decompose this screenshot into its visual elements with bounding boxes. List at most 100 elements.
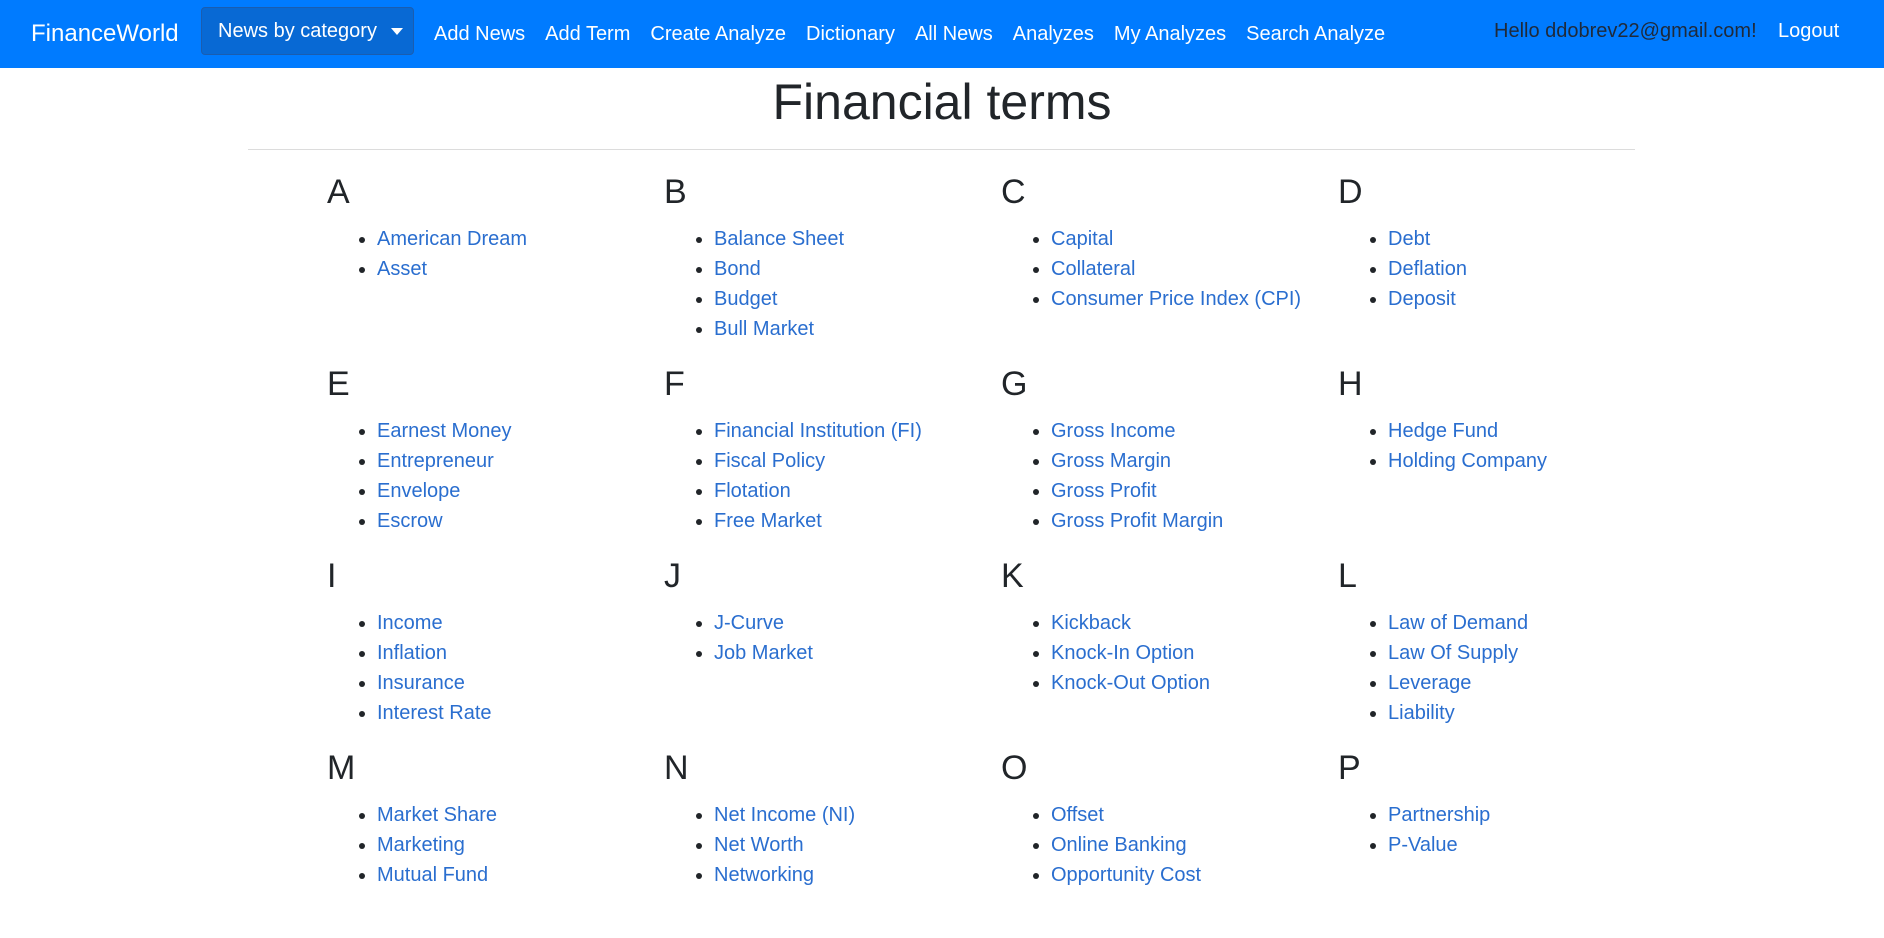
- list-item: Debt: [1388, 224, 1675, 254]
- term-link[interactable]: P-Value: [1388, 834, 1458, 856]
- caret-down-icon: [390, 27, 403, 35]
- term-link[interactable]: Market Share: [377, 804, 497, 826]
- term-link[interactable]: Gross Profit Margin: [1051, 510, 1223, 532]
- term-link[interactable]: Balance Sheet: [714, 228, 844, 250]
- term-list: Net Income (NI) Net Worth Networking: [664, 800, 1001, 890]
- nav-add-news[interactable]: Add News: [424, 23, 535, 46]
- list-item: Envelope: [377, 476, 664, 506]
- term-link[interactable]: Debt: [1388, 228, 1430, 250]
- term-link[interactable]: Collateral: [1051, 258, 1135, 280]
- list-item: Job Market: [714, 638, 1001, 668]
- term-link[interactable]: Opportunity Cost: [1051, 864, 1201, 886]
- term-link[interactable]: Gross Margin: [1051, 450, 1171, 472]
- list-item: Liability: [1388, 698, 1675, 728]
- term-link[interactable]: Entrepreneur: [377, 450, 494, 472]
- term-link[interactable]: Earnest Money: [377, 420, 512, 442]
- term-link[interactable]: Budget: [714, 288, 777, 310]
- term-link[interactable]: Bond: [714, 258, 761, 280]
- term-link[interactable]: Net Worth: [714, 834, 804, 856]
- nav-my-analyzes[interactable]: My Analyzes: [1104, 23, 1236, 46]
- list-item: Networking: [714, 860, 1001, 890]
- list-item: Deflation: [1388, 254, 1675, 284]
- term-link[interactable]: Law of Demand: [1388, 612, 1528, 634]
- term-link[interactable]: Holding Company: [1388, 450, 1547, 472]
- nav-links: Add News Add Term Create Analyze Diction…: [424, 0, 1395, 68]
- term-link[interactable]: Interest Rate: [377, 702, 492, 724]
- term-list: Kickback Knock-In Option Knock-Out Option: [1001, 608, 1338, 698]
- term-link[interactable]: Deflation: [1388, 258, 1467, 280]
- term-link[interactable]: Online Banking: [1051, 834, 1187, 856]
- term-link[interactable]: Bull Market: [714, 318, 814, 340]
- terms-grid: A American Dream Asset B Balance Sheet Bond Bu…: [327, 170, 1675, 938]
- term-link[interactable]: Offset: [1051, 804, 1104, 826]
- term-link[interactable]: Asset: [377, 258, 427, 280]
- news-by-category-dropdown[interactable]: News by category: [201, 7, 414, 55]
- term-link[interactable]: Gross Income: [1051, 420, 1175, 442]
- term-link[interactable]: Net Income (NI): [714, 804, 855, 826]
- term-list: Income Inflation Insurance Interest Rate: [327, 608, 664, 728]
- term-list: Balance Sheet Bond Budget Bull Market: [664, 224, 1001, 344]
- list-item: Collateral: [1051, 254, 1338, 284]
- term-link[interactable]: Mutual Fund: [377, 864, 488, 886]
- term-link[interactable]: J-Curve: [714, 612, 784, 634]
- list-item: Insurance: [377, 668, 664, 698]
- term-link[interactable]: Deposit: [1388, 288, 1456, 310]
- term-link[interactable]: Inflation: [377, 642, 447, 664]
- term-link[interactable]: Job Market: [714, 642, 813, 664]
- letter-heading: C: [1001, 173, 1026, 211]
- term-link[interactable]: Kickback: [1051, 612, 1131, 634]
- nav-add-term[interactable]: Add Term: [535, 23, 640, 46]
- nav-dictionary[interactable]: Dictionary: [796, 23, 905, 46]
- term-link[interactable]: Fiscal Policy: [714, 450, 825, 472]
- letter-heading: O: [1001, 749, 1028, 787]
- nav-analyzes[interactable]: Analyzes: [1003, 23, 1104, 46]
- brand-link[interactable]: FinanceWorld: [31, 17, 179, 51]
- list-item: Budget: [714, 284, 1001, 314]
- list-item: Opportunity Cost: [1051, 860, 1338, 890]
- term-link[interactable]: American Dream: [377, 228, 527, 250]
- term-link[interactable]: Flotation: [714, 480, 791, 502]
- nav-search-analyze[interactable]: Search Analyze: [1236, 23, 1395, 46]
- letter-group-h: H Hedge Fund Holding Company: [1338, 362, 1675, 554]
- term-link[interactable]: Hedge Fund: [1388, 420, 1498, 442]
- term-link[interactable]: Consumer Price Index (CPI): [1051, 288, 1301, 310]
- term-link[interactable]: Partnership: [1388, 804, 1490, 826]
- term-link[interactable]: Law Of Supply: [1388, 642, 1518, 664]
- term-list: Gross Income Gross Margin Gross Profit Gros…: [1001, 416, 1338, 536]
- term-link[interactable]: Knock-Out Option: [1051, 672, 1210, 694]
- term-link[interactable]: Leverage: [1388, 672, 1471, 694]
- term-link[interactable]: Financial Institution (FI): [714, 420, 922, 442]
- nav-all-news[interactable]: All News: [905, 23, 1003, 46]
- list-item: Net Worth: [714, 830, 1001, 860]
- term-link[interactable]: Insurance: [377, 672, 465, 694]
- letter-heading: D: [1338, 173, 1363, 211]
- term-link[interactable]: Capital: [1051, 228, 1113, 250]
- list-item: Market Share: [377, 800, 664, 830]
- letter-heading: F: [664, 365, 685, 403]
- letter-group-k: K Kickback Knock-In Option Knock-Out Option: [1001, 554, 1338, 746]
- letter-heading: L: [1338, 557, 1357, 595]
- term-link[interactable]: Networking: [714, 864, 814, 886]
- letter-heading: G: [1001, 365, 1028, 403]
- list-item: Offset: [1051, 800, 1338, 830]
- term-link[interactable]: Escrow: [377, 510, 443, 532]
- letter-group-e: E Earnest Money Entrepreneur Envelope Escrow: [327, 362, 664, 554]
- list-item: Marketing: [377, 830, 664, 860]
- logout-link[interactable]: Logout: [1778, 20, 1839, 43]
- letter-heading: K: [1001, 557, 1024, 595]
- list-item: Income: [377, 608, 664, 638]
- letter-group-g: GGross IncomeGross MarginGross ProfitGro…: [1001, 362, 1338, 554]
- term-link[interactable]: Gross Profit: [1051, 480, 1157, 502]
- term-link[interactable]: Knock-In Option: [1051, 642, 1194, 664]
- term-link[interactable]: Liability: [1388, 702, 1455, 724]
- term-link[interactable]: Income: [377, 612, 443, 634]
- list-item: P-Value: [1388, 830, 1675, 860]
- letter-group-l: L Law of Demand Law Of Supply Leverage Liabi…: [1338, 554, 1675, 746]
- term-link[interactable]: Marketing: [377, 834, 465, 856]
- list-item: Kickback: [1051, 608, 1338, 638]
- letter-heading: B: [664, 173, 687, 211]
- term-link[interactable]: Envelope: [377, 480, 460, 502]
- letter-group-p: P Partnership P-Value: [1338, 746, 1675, 938]
- term-link[interactable]: Free Market: [714, 510, 822, 532]
- nav-create-analyze[interactable]: Create Analyze: [640, 23, 796, 46]
